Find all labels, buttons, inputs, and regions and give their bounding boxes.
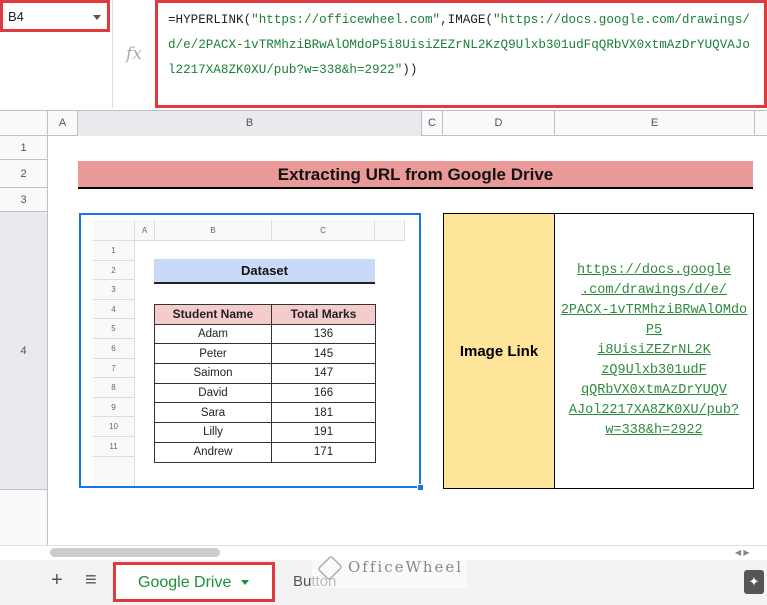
mini-row-header: 3 [93,280,135,300]
image-url-link[interactable]: AJol2217XA8ZK0XU/pub? [561,401,747,421]
mini-col-a: A [135,220,155,241]
image-url-link[interactable]: qQRbVX0xtmAzDrYUQV [561,381,747,401]
watermark-logo: OfficeWheel [312,548,467,588]
embedded-image[interactable]: A B C 1 2 3 4 5 6 7 8 9 10 11 Dataset Student Name… [79,213,421,488]
mini-corner [93,220,135,241]
chevron-down-icon[interactable] [93,15,101,20]
table-row: Sara 181 [154,402,376,424]
chevron-down-icon[interactable] [241,580,250,586]
image-url-link[interactable]: .com/drawings/d/e/ [561,281,747,301]
mini-row-header: 11 [93,437,135,457]
student-name-cell: David [154,382,272,404]
mini-row-header: 1 [93,241,135,261]
dataset-title: Dataset [154,259,375,284]
mini-col-c: C [272,220,375,241]
title-banner: Extracting URL from Google Drive [78,161,753,189]
mini-row-header: 4 [93,299,135,320]
name-box-value: B4 [8,9,24,24]
column-header-e[interactable]: E [555,111,755,136]
mini-row-header: 7 [93,358,135,379]
image-link-label: Image Link [443,213,555,489]
name-box[interactable]: B4 [0,0,110,32]
mini-row-header-empty [93,456,135,486]
column-header-b[interactable]: B [78,111,422,136]
total-marks-cell: 147 [271,363,376,384]
mini-col-d [375,220,405,241]
table-header-row: Student Name Total Marks [154,304,376,325]
row-header-1[interactable]: 1 [0,136,48,160]
resize-handle[interactable] [417,484,424,491]
student-name-cell: Peter [154,343,272,365]
table-row: Lilly 191 [154,422,376,443]
row-header-empty [0,490,48,545]
image-link-cell[interactable]: https://docs.google .com/drawings/d/e/2PA… [554,213,754,489]
fx-icon: fx [113,0,155,108]
column-header-row: A B C D E [0,110,767,136]
table-row: Andrew 171 [154,441,376,463]
image-url-link[interactable]: P5 [561,321,747,341]
header-total-marks: Total Marks [271,304,376,325]
table-row: Saimon 147 [154,363,376,384]
all-sheets-button[interactable]: ≡ [85,569,97,592]
formula-fn: ,IMAGE( [440,13,493,27]
image-url-link[interactable]: zQ9Ulxb301udF [561,361,747,381]
student-name-cell: Adam [154,323,272,345]
formula-close: )) [402,63,418,77]
row-header-2[interactable]: 2 [0,160,48,188]
table-row: Peter 145 [154,343,376,365]
column-header-d[interactable]: D [443,111,555,136]
student-name-cell: Andrew [154,441,272,463]
total-marks-cell: 191 [271,422,376,443]
formula-string: "https://officewheel.com" [251,13,441,27]
watermark-text: OfficeWheel [348,558,464,576]
formula-input[interactable]: =HYPERLINK("https://officewheel.com",IMA… [155,0,767,108]
formula-fn: =HYPERLINK( [168,13,252,27]
student-name-cell: Saimon [154,363,272,384]
tab-label: Google Drive [138,574,232,591]
explore-icon[interactable]: ✦ [744,570,764,594]
total-marks-cell: 166 [271,382,376,404]
mini-row-header: 8 [93,378,135,398]
header-student-name: Student Name [154,304,272,325]
image-url-link[interactable]: 2PACX-1vTRMhziBRwAlOMdo [561,301,747,321]
column-header-a[interactable]: A [48,111,78,136]
image-url-link[interactable]: w=338&h=2922 [561,421,747,441]
image-url-link[interactable]: i8UisiZEZrNL2K [561,341,747,361]
dataset-table: Student Name Total Marks Adam 136 Peter 145 S… [154,304,376,463]
add-sheet-button[interactable]: + [51,569,63,592]
mini-col-b: B [155,220,272,241]
student-name-cell: Lilly [154,422,272,443]
mini-row-header: 10 [93,417,135,437]
mini-row-header: 6 [93,339,135,359]
total-marks-cell: 181 [271,402,376,424]
row-header-3[interactable]: 3 [0,188,48,212]
image-url-link[interactable]: https://docs.google [561,261,747,281]
total-marks-cell: 171 [271,441,376,463]
row-header-4[interactable]: 4 [0,212,48,490]
mini-row-header: 9 [93,397,135,418]
scroll-arrows-icon[interactable]: ◀ ▶ [735,548,750,557]
table-row: Adam 136 [154,323,376,345]
watermark-icon [317,555,343,581]
total-marks-cell: 145 [271,343,376,365]
scrollbar-thumb[interactable] [50,548,220,557]
total-marks-cell: 136 [271,323,376,345]
tab-google-drive[interactable]: Google Drive [113,562,275,602]
student-name-cell: Sara [154,402,272,424]
select-all-corner[interactable] [0,111,48,136]
mini-row-header: 5 [93,319,135,339]
column-header-c[interactable]: C [422,111,443,136]
mini-row-header: 2 [93,260,135,281]
table-row: David 166 [154,382,376,404]
